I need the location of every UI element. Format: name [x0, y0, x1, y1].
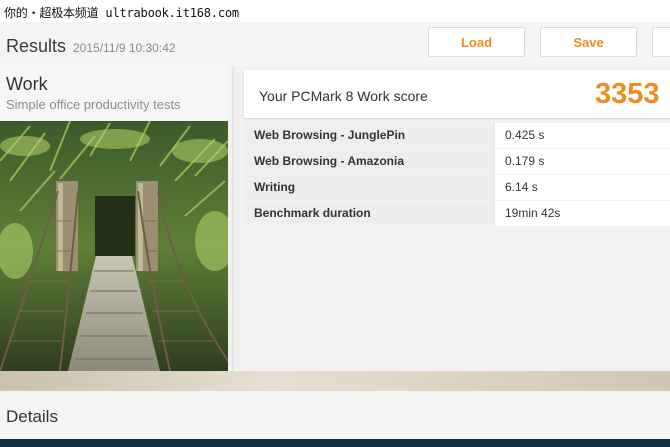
- score-value: 3353: [595, 78, 660, 110]
- background-strip: [0, 371, 670, 391]
- save-button[interactable]: Save: [540, 27, 637, 57]
- result-value: 0.425 s: [495, 123, 670, 148]
- score-label: Your PCMark 8 Work score: [259, 88, 428, 104]
- results-header: Results 2015/11/9 10:30:42 Load Save: [0, 22, 670, 67]
- watermark-text: 你的・超极本频道 ultrabook.it168.com: [4, 6, 239, 20]
- result-name: Writing: [244, 175, 493, 200]
- panel-divider: [232, 66, 234, 371]
- load-button[interactable]: Load: [428, 27, 525, 57]
- result-value: 6.14 s: [495, 175, 670, 200]
- benchmark-subtitle: Simple office productivity tests: [6, 97, 181, 112]
- result-timestamp: 2015/11/9 10:30:42: [73, 41, 176, 55]
- results-table: Web Browsing - JunglePin 0.425 s Web Bro…: [244, 123, 670, 227]
- benchmark-image: [0, 121, 228, 371]
- table-row: Web Browsing - Amazonia 0.179 s: [244, 149, 670, 175]
- page-title: Results: [6, 36, 67, 56]
- table-row: Benchmark duration 19min 42s: [244, 201, 670, 227]
- result-value: 0.179 s: [495, 149, 670, 174]
- result-value: 19min 42s: [495, 201, 670, 226]
- bottom-strip: [0, 439, 670, 447]
- watermark-bar: 你的・超极本频道 ultrabook.it168.com: [0, 0, 670, 22]
- benchmark-header: Work Simple office productivity tests: [0, 66, 228, 121]
- result-name: Web Browsing - Amazonia: [244, 149, 493, 174]
- details-section[interactable]: Details: [0, 391, 670, 439]
- score-card: Your PCMark 8 Work score 3353: [244, 70, 670, 118]
- more-button[interactable]: [652, 27, 670, 57]
- benchmark-title: Work: [6, 74, 48, 94]
- table-row: Writing 6.14 s: [244, 175, 670, 201]
- result-name: Web Browsing - JunglePin: [244, 123, 493, 148]
- details-title: Details: [6, 407, 58, 426]
- table-row: Web Browsing - JunglePin 0.425 s: [244, 123, 670, 149]
- result-name: Benchmark duration: [244, 201, 493, 226]
